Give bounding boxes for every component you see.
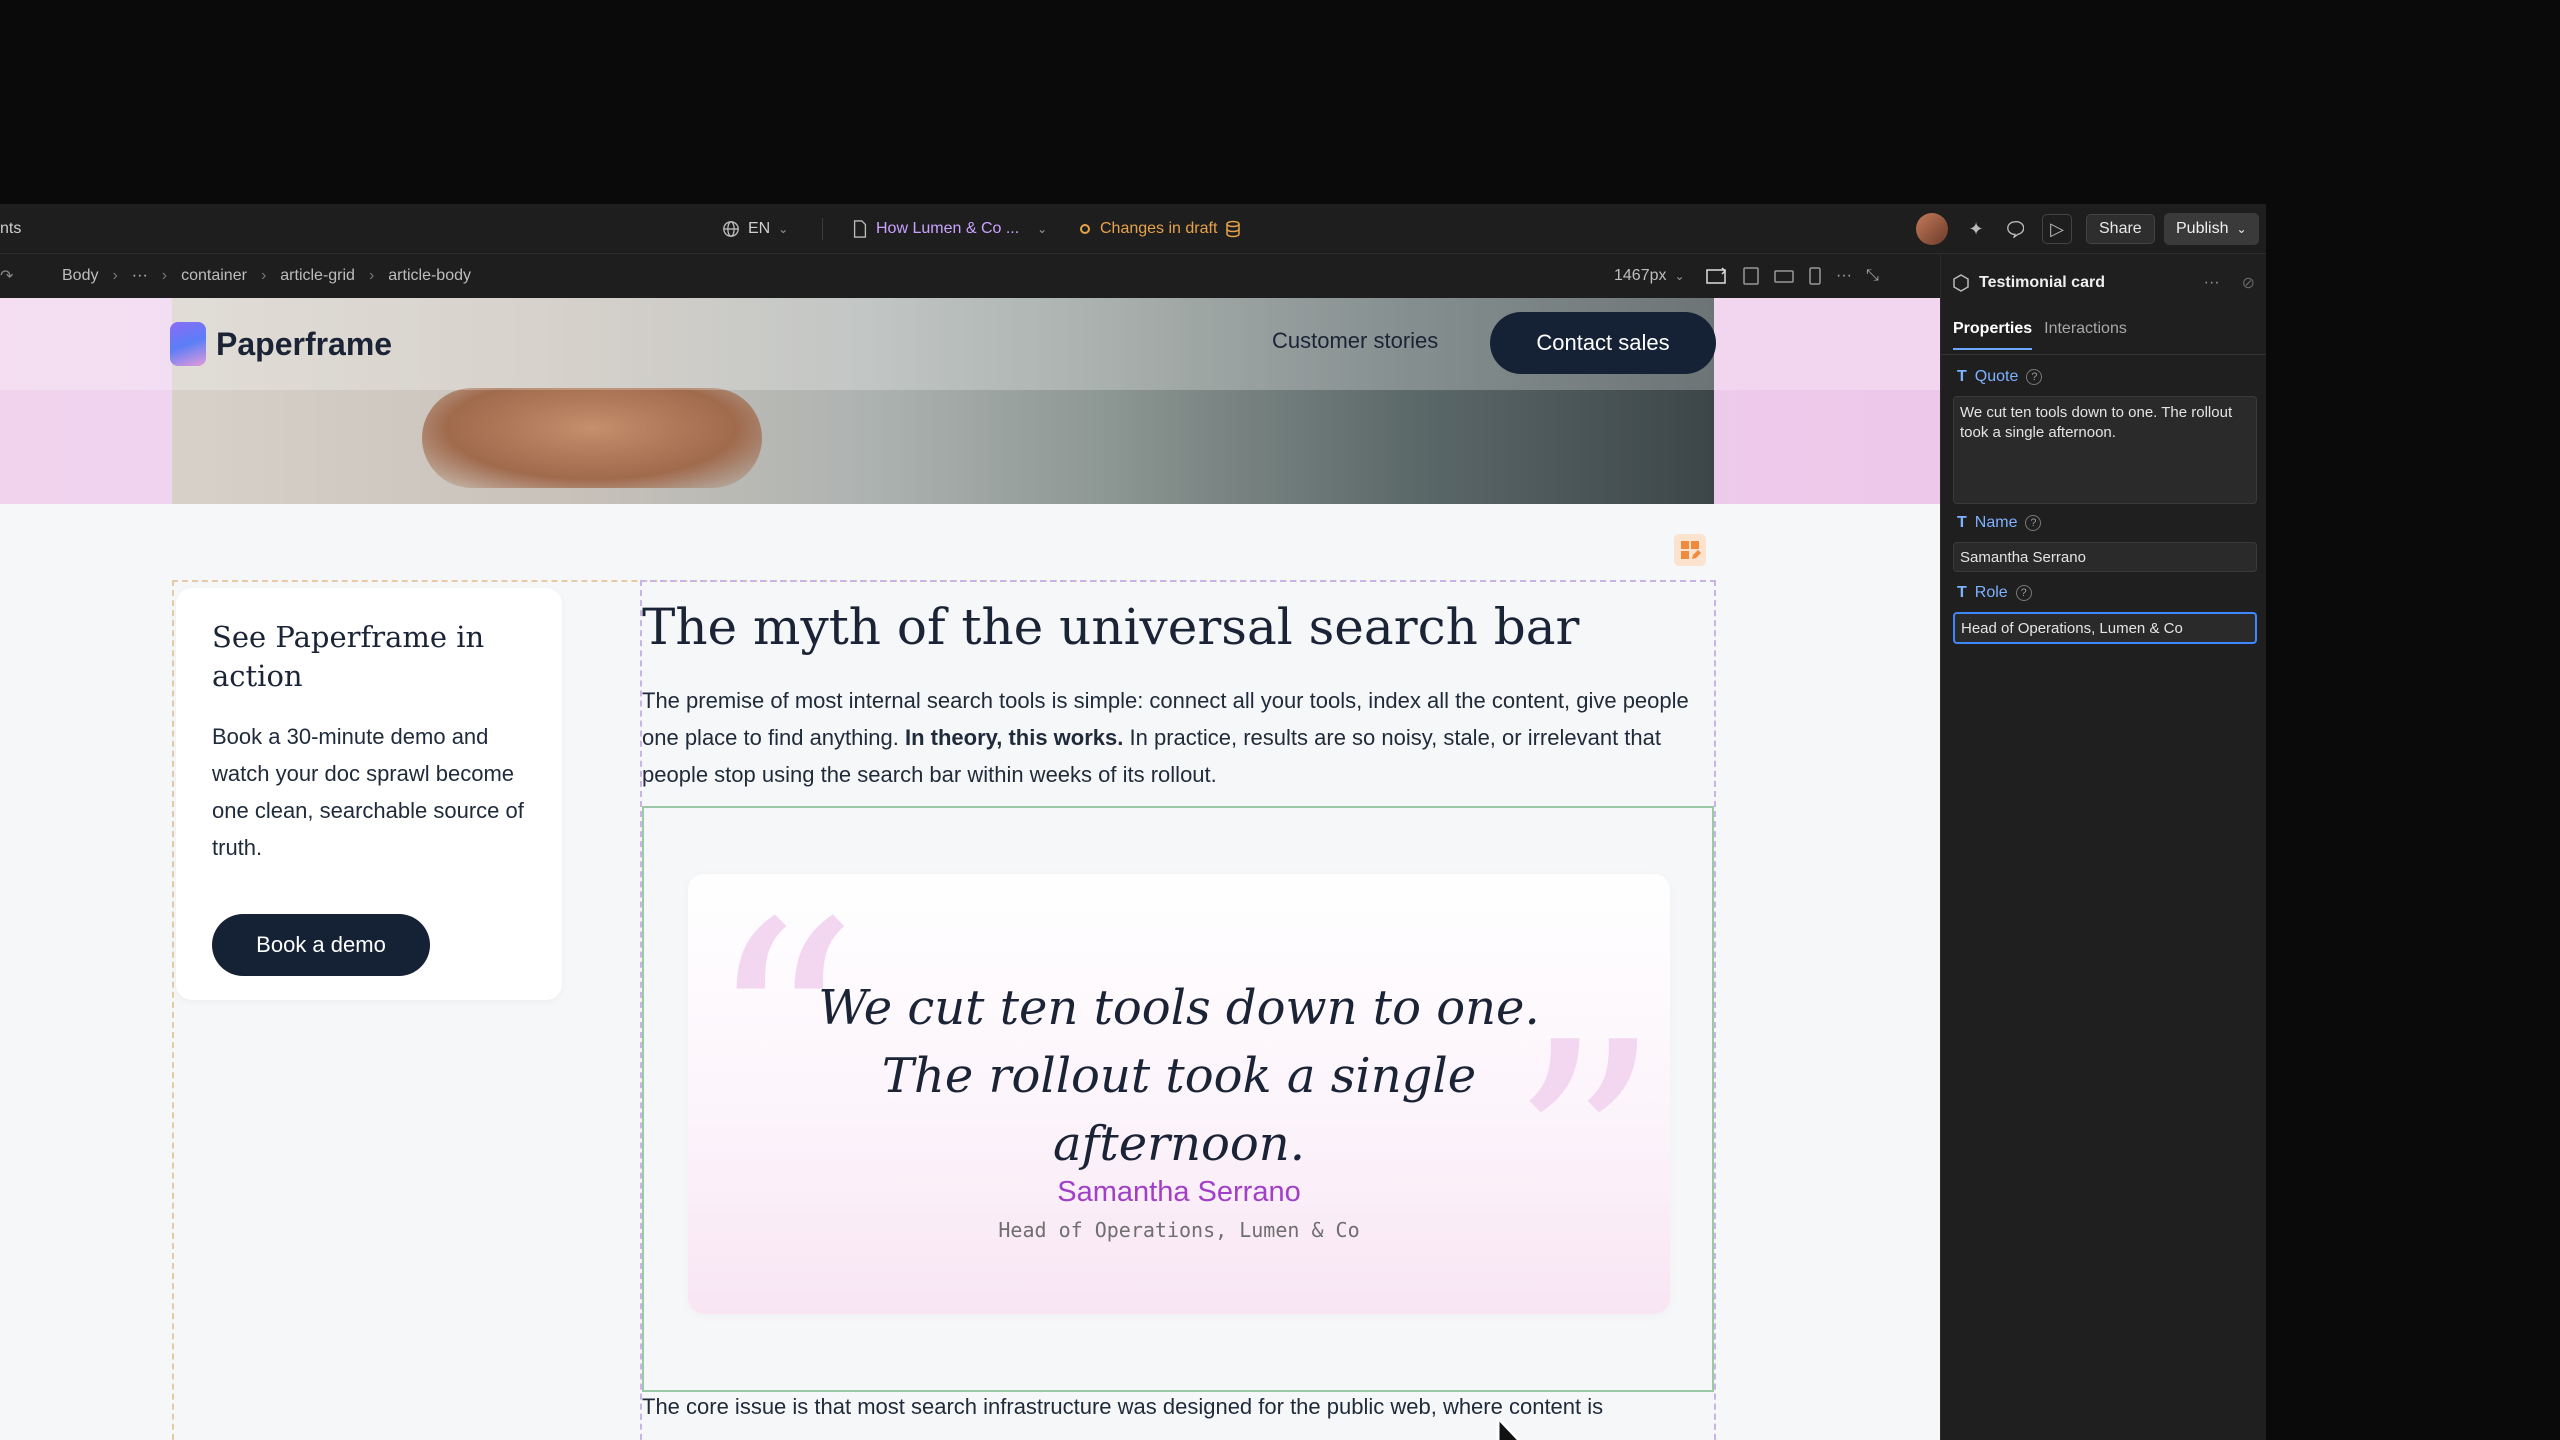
testimonial-name: Samantha Serrano <box>1057 1176 1301 1208</box>
avatar[interactable] <box>1916 213 1948 245</box>
divider <box>1941 354 2266 355</box>
globe-icon <box>723 221 739 237</box>
name-field[interactable]: Samantha Serrano <box>1953 542 2257 572</box>
panel-tabs: Properties Interactions <box>1953 320 2127 350</box>
text-type-icon: T <box>1957 368 1967 385</box>
more-icon[interactable]: ··· <box>2204 274 2220 292</box>
sparkle-icon[interactable]: ✦ <box>1961 214 1991 244</box>
article-intro: The premise of most internal search tool… <box>642 682 1714 793</box>
role-label-text: Role <box>1974 584 2008 601</box>
chevron-right-icon: › <box>368 267 375 284</box>
tab-properties[interactable]: Properties <box>1953 320 2033 350</box>
crumb-container[interactable]: container <box>181 267 247 285</box>
desktop-breakpoint-icon[interactable] <box>1706 267 1728 285</box>
chevron-down-icon: ⌄ <box>1674 269 1685 283</box>
properties-panel: Testimonial card ··· ⊘ Properties Intera… <box>1940 254 2266 1440</box>
testimonial-role: Head of Operations, Lumen & Co <box>998 1218 1360 1242</box>
panel-title: Testimonial card <box>1979 274 2105 291</box>
testimonial-card[interactable]: “ ” We cut ten tools down to one. The ro… <box>688 874 1670 1314</box>
cta-card: See Paperframe in action Book a 30-minut… <box>176 588 562 1000</box>
tab-interactions[interactable]: Interactions <box>2044 320 2127 350</box>
page-name: How Lumen & Co ... <box>876 220 1020 237</box>
chevron-down-icon: ⌄ <box>2236 222 2247 236</box>
comment-icon-glyph <box>2007 221 2024 238</box>
mouse-cursor-icon <box>1496 1416 1521 1440</box>
component-icon <box>1953 274 1969 292</box>
book-demo-label: Book a demo <box>256 932 386 957</box>
quote-field-label: T Quote ? <box>1957 368 2043 386</box>
database-icon <box>1226 220 1241 238</box>
editor-window: nts EN ⌄ How Lumen & Co ... ⌄ Changes in… <box>0 204 2266 1440</box>
contact-sales-button[interactable]: Contact sales <box>1490 312 1716 374</box>
intro-bold: In theory, this works. <box>904 725 1124 750</box>
help-icon[interactable]: ? <box>2025 515 2042 531</box>
help-icon[interactable]: ? <box>2026 369 2043 385</box>
article-body-text: The core issue is that most search infra… <box>642 1394 1604 1419</box>
language-selector[interactable]: EN ⌄ <box>722 204 788 254</box>
name-label-text: Name <box>1974 514 2018 531</box>
logo-text: Paperframe <box>216 325 393 362</box>
quote-label-text: Quote <box>1974 368 2019 385</box>
collapse-icon[interactable]: ⤡ <box>1866 267 1879 285</box>
truncated-text: nts <box>0 220 22 237</box>
width-selector[interactable]: 1467px ⌄ <box>1614 254 1685 298</box>
design-canvas[interactable]: Paperframe Customer stories Contact sale… <box>0 298 1940 1440</box>
cta-body: Book a 30-minute demo and watch your doc… <box>212 724 524 860</box>
text-type-icon: T <box>1957 584 1967 601</box>
share-button[interactable]: Share <box>2086 214 2155 244</box>
breadcrumb-bar: ↷ Body › ··· › container › article-grid … <box>0 254 1940 298</box>
role-field[interactable]: Head of Operations, Lumen & Co <box>1953 612 2257 644</box>
testimonial-quote: We cut ten tools down to one. The rollou… <box>818 980 1540 1172</box>
mobile-breakpoint-icon[interactable] <box>1808 267 1822 285</box>
share-label: Share <box>2099 220 2142 237</box>
redo-icon[interactable]: ↷ <box>0 254 13 298</box>
name-field-label: T Name ? <box>1957 514 2042 532</box>
language-label: EN <box>748 220 771 237</box>
draft-status[interactable]: Changes in draft <box>1080 204 1241 254</box>
laptop-breakpoint-icon[interactable] <box>1742 267 1760 285</box>
chevron-right-icon: › <box>161 267 168 284</box>
chevron-down-icon: ⌄ <box>778 222 789 236</box>
help-icon[interactable]: ? <box>2015 585 2032 601</box>
user-avatar[interactable] <box>1916 204 1948 254</box>
crumb-article-grid[interactable]: article-grid <box>280 267 355 285</box>
panel-header: Testimonial card ··· ⊘ <box>1953 268 2255 298</box>
crumb-ellipsis[interactable]: ··· <box>132 267 148 285</box>
draft-dot-icon <box>1080 224 1090 234</box>
contact-sales-label: Contact sales <box>1536 330 1670 355</box>
width-value: 1467px <box>1614 267 1667 284</box>
hero-photo-hand <box>422 388 762 488</box>
divider <box>822 218 823 240</box>
text-type-icon: T <box>1957 514 1967 531</box>
crumb-body[interactable]: Body <box>62 267 98 285</box>
site-logo[interactable]: Paperframe <box>170 318 392 370</box>
page-selector[interactable]: How Lumen & Co ... ⌄ <box>852 204 1047 254</box>
book-demo-button[interactable]: Book a demo <box>212 914 430 976</box>
truncated-label: nts <box>0 204 21 254</box>
draft-status-text: Changes in draft <box>1100 220 1218 237</box>
chevron-right-icon: › <box>112 267 118 284</box>
publish-button[interactable]: Publish ⌄ <box>2164 213 2259 245</box>
cta-title: See Paperframe in action <box>212 620 485 693</box>
chevron-down-icon: ⌄ <box>1037 222 1048 236</box>
nav-link-customer-stories[interactable]: Customer stories <box>1272 328 1438 354</box>
preview-play-icon[interactable]: ▷ <box>2042 214 2072 244</box>
more-icon[interactable]: ··· <box>1836 267 1852 285</box>
detach-icon[interactable]: ⊘ <box>2242 273 2255 293</box>
component-edit-icon[interactable] <box>1674 534 1706 566</box>
top-toolbar: nts EN ⌄ How Lumen & Co ... ⌄ Changes in… <box>0 204 2266 254</box>
logo-mark-icon <box>170 322 206 366</box>
page-icon <box>853 220 867 238</box>
crumb-article-body[interactable]: article-body <box>388 267 471 285</box>
tablet-breakpoint-icon[interactable] <box>1774 267 1794 285</box>
breakpoint-controls: ··· ⤡ <box>1706 254 1879 298</box>
grid-edit-icon <box>1681 541 1701 559</box>
article-title: The myth of the universal search bar <box>642 598 1580 656</box>
chevron-right-icon: › <box>260 267 267 284</box>
quote-textarea[interactable]: We cut ten tools down to one. The rollou… <box>1953 396 2257 504</box>
breadcrumb: Body › ··· › container › article-grid › … <box>62 254 471 298</box>
comment-icon[interactable] <box>2000 214 2030 244</box>
role-field-label: T Role ? <box>1957 584 2032 602</box>
publish-label: Publish <box>2176 220 2229 237</box>
